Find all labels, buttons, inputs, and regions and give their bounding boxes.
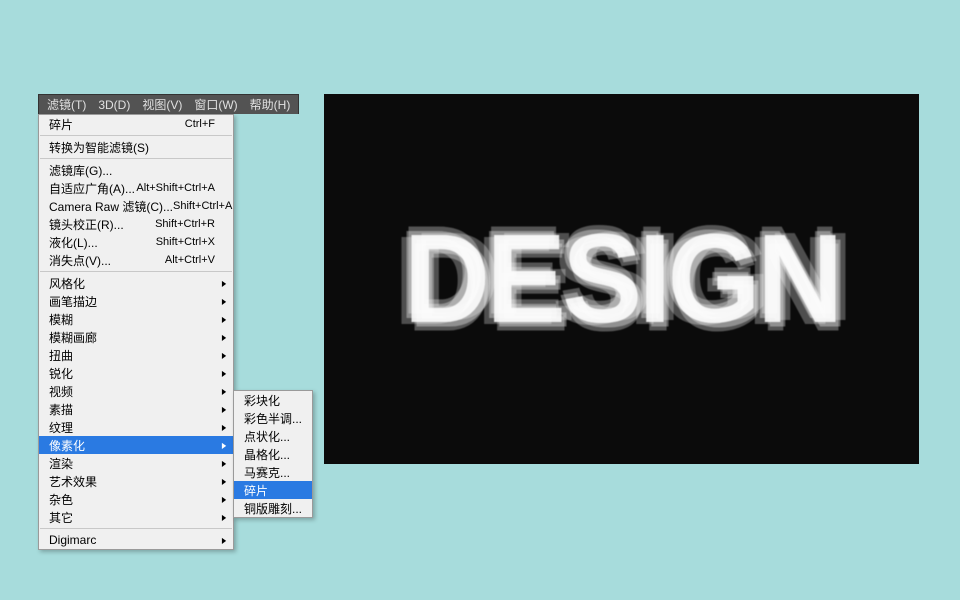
submenu-fragment[interactable]: 碎片 — [234, 481, 312, 499]
menu-lens-correction[interactable]: 镜头校正(R)... Shift+Ctrl+R — [39, 215, 233, 233]
submenu-mezzotint[interactable]: 铜版雕刻... — [234, 499, 312, 517]
menubar-filter[interactable]: 滤镜(T) — [41, 94, 92, 115]
menu-artistic[interactable]: 艺术效果 — [39, 472, 233, 490]
menu-camera-raw-filter[interactable]: Camera Raw 滤镜(C)... Shift+Ctrl+A — [39, 197, 233, 215]
menu-vanishing-point[interactable]: 消失点(V)... Alt+Ctrl+V — [39, 251, 233, 269]
menubar-help[interactable]: 帮助(H) — [244, 94, 297, 115]
submenu-pointillize[interactable]: 点状化... — [234, 427, 312, 445]
design-text: DESIGN DESIGN DESIGN DESIGN DESIGN DESIG… — [403, 207, 839, 352]
submenu-color-blocks[interactable]: 彩块化 — [234, 391, 312, 409]
filter-menu: 碎片 Ctrl+F 转换为智能滤镜(S) 滤镜库(G)... 自适应广角(A).… — [38, 114, 234, 550]
menu-liquify[interactable]: 液化(L)... Shift+Ctrl+X — [39, 233, 233, 251]
menu-sketch[interactable]: 素描 — [39, 400, 233, 418]
submenu-color-halftone[interactable]: 彩色半调... — [234, 409, 312, 427]
menu-digimarc[interactable]: Digimarc — [39, 531, 233, 549]
menu-stylize[interactable]: 风格化 — [39, 274, 233, 292]
menu-blur[interactable]: 模糊 — [39, 310, 233, 328]
menu-pixelate[interactable]: 像素化 — [39, 436, 233, 454]
submenu-mosaic[interactable]: 马赛克... — [234, 463, 312, 481]
menu-blur-gallery[interactable]: 模糊画廊 — [39, 328, 233, 346]
pixelate-submenu: 彩块化 彩色半调... 点状化... 晶格化... 马赛克... 碎片 铜版雕刻… — [233, 390, 313, 518]
menu-adaptive-wide-angle[interactable]: 自适应广角(A)... Alt+Shift+Ctrl+A — [39, 179, 233, 197]
menu-noise[interactable]: 杂色 — [39, 490, 233, 508]
menu-separator — [40, 271, 232, 272]
menu-last-filter[interactable]: 碎片 Ctrl+F — [39, 115, 233, 133]
submenu-crystallize[interactable]: 晶格化... — [234, 445, 312, 463]
menu-separator — [40, 528, 232, 529]
menu-separator — [40, 158, 232, 159]
menubar-3d[interactable]: 3D(D) — [92, 96, 136, 114]
menu-separator — [40, 135, 232, 136]
menu-sharpen[interactable]: 锐化 — [39, 364, 233, 382]
app-menubar: 滤镜(T) 3D(D) 视图(V) 窗口(W) 帮助(H) — [38, 94, 299, 114]
menu-other[interactable]: 其它 — [39, 508, 233, 526]
menu-distort[interactable]: 扭曲 — [39, 346, 233, 364]
menubar-window[interactable]: 窗口(W) — [188, 94, 243, 115]
menubar-view[interactable]: 视图(V) — [136, 94, 188, 115]
menu-texture[interactable]: 纹理 — [39, 418, 233, 436]
menu-video[interactable]: 视频 — [39, 382, 233, 400]
menu-convert-smart-filter[interactable]: 转换为智能滤镜(S) — [39, 138, 233, 156]
menu-render[interactable]: 渲染 — [39, 454, 233, 472]
image-canvas: DESIGN DESIGN DESIGN DESIGN DESIGN DESIG… — [324, 94, 919, 464]
menu-filter-gallery[interactable]: 滤镜库(G)... — [39, 161, 233, 179]
menu-brush-strokes[interactable]: 画笔描边 — [39, 292, 233, 310]
